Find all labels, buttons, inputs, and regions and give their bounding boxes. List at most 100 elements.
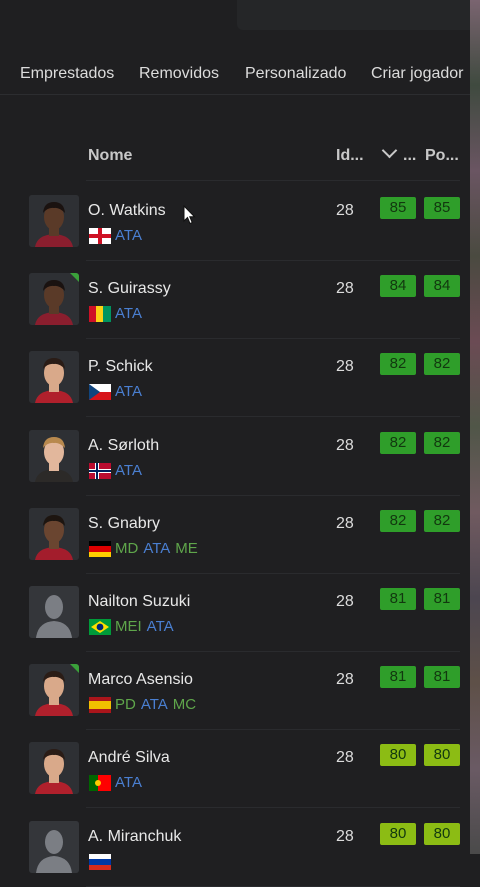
- player-row[interactable]: André Silva ATA 28 80 80: [0, 730, 470, 809]
- potential-rating-badge: 81: [424, 666, 460, 689]
- player-avatar: [29, 742, 79, 795]
- player-positions: MEI ATA: [115, 618, 179, 635]
- position-badge: ATA: [146, 618, 174, 635]
- player-avatar: [29, 820, 79, 873]
- player-name: André Silva: [88, 749, 170, 767]
- player-name: Nailton Suzuki: [88, 593, 191, 610]
- potential-rating-badge: 82: [424, 431, 460, 454]
- table-header: Nome Id... ... Po...: [0, 135, 470, 181]
- player-age: 28: [336, 436, 354, 454]
- column-header-potential[interactable]: Po...: [425, 147, 459, 165]
- player-name: O. Watkins: [88, 202, 166, 219]
- player-avatar: [29, 195, 79, 247]
- player-avatar: [29, 507, 79, 560]
- column-header-name[interactable]: Nome: [88, 147, 132, 165]
- chevron-down-icon: [381, 142, 398, 159]
- player-row[interactable]: A. Sørloth ATA 28 82 82: [0, 418, 470, 496]
- position-badge: ATA: [115, 227, 142, 244]
- guinea-flag-icon: [89, 306, 111, 323]
- overall-rating-badge: 80: [380, 744, 416, 767]
- position-badge: MC: [172, 696, 197, 714]
- overall-rating-badge: 82: [380, 353, 416, 376]
- overall-rating-badge: 82: [380, 431, 416, 454]
- player-age: 28: [336, 202, 354, 219]
- player-avatar: [29, 429, 79, 482]
- position-badge: ATA: [115, 774, 142, 792]
- player-row[interactable]: A. Miranchuk 28 80 80: [0, 809, 470, 887]
- mouse-pointer-icon: [183, 205, 196, 225]
- player-name: Marco Asensio: [88, 671, 193, 689]
- player-age: 28: [336, 280, 354, 298]
- potential-rating-badge: 82: [424, 509, 460, 532]
- player-name: S. Gnabry: [88, 514, 161, 532]
- player-avatar: [29, 586, 79, 638]
- spain-flag-icon: [89, 697, 111, 714]
- position-badge: ATA: [143, 539, 171, 557]
- player-positions: PD ATA MC: [115, 696, 201, 713]
- player-positions: ATA: [115, 227, 147, 244]
- player-row[interactable]: O. Watkins ATA 28 85 85: [0, 183, 470, 261]
- player-row[interactable]: P. Schick ATA 28 82 82: [0, 339, 470, 418]
- player-age: 28: [336, 671, 354, 689]
- position-badge: MEI: [115, 618, 142, 635]
- divider: [86, 180, 460, 181]
- czech-flag-icon: [89, 384, 111, 401]
- background-edge: [470, 0, 480, 854]
- new-indicator-corner: [70, 664, 79, 674]
- position-badge: MD: [115, 539, 139, 557]
- player-name: S. Guirassy: [88, 280, 171, 298]
- position-badge: PD: [115, 696, 136, 714]
- player-positions: ATA: [115, 774, 147, 791]
- position-badge: ATA: [115, 461, 142, 479]
- player-positions: MD ATA ME: [115, 540, 203, 557]
- player-positions: ATA: [115, 462, 147, 479]
- player-avatar: [29, 273, 79, 326]
- position-badge: ATA: [115, 305, 142, 323]
- tab-personalizado[interactable]: Personalizado: [245, 65, 346, 83]
- tab-criar-jogador[interactable]: Criar jogador: [371, 65, 463, 83]
- player-avatar: [29, 664, 79, 717]
- russia-flag-icon: [89, 853, 111, 870]
- overall-rating-badge: 82: [380, 509, 416, 532]
- portugal-flag-icon: [89, 775, 111, 792]
- potential-rating-badge: 80: [424, 822, 460, 845]
- england-flag-icon: [89, 228, 111, 244]
- potential-rating-badge: 84: [424, 275, 460, 298]
- overall-rating-badge: 81: [380, 588, 416, 610]
- overall-rating-badge: 84: [380, 275, 416, 298]
- player-row[interactable]: Nailton Suzuki MEI ATA 28 81 81: [0, 574, 470, 652]
- potential-rating-badge: 80: [424, 744, 460, 767]
- potential-rating-badge: 82: [424, 353, 460, 376]
- position-badge: ATA: [140, 696, 168, 714]
- player-row[interactable]: Marco Asensio PD ATA MC 28 81 81: [0, 652, 470, 731]
- germany-flag-icon: [89, 540, 111, 557]
- player-name: A. Sørloth: [88, 436, 160, 454]
- player-name: P. Schick: [88, 358, 153, 376]
- player-positions: ATA: [115, 305, 147, 322]
- player-age: 28: [336, 514, 354, 532]
- player-avatar: [29, 351, 79, 404]
- player-row[interactable]: S. Guirassy ATA 28 84 84: [0, 261, 470, 340]
- row-divider: [86, 885, 460, 887]
- overall-rating-badge: 80: [380, 822, 416, 845]
- column-header-overall-label: ...: [403, 147, 417, 164]
- column-header-overall[interactable]: ...: [381, 142, 417, 165]
- player-age: 28: [336, 749, 354, 767]
- new-indicator-corner: [70, 273, 79, 283]
- search-box[interactable]: [237, 0, 470, 30]
- player-age: 28: [336, 827, 354, 845]
- norway-flag-icon: [89, 462, 111, 479]
- brazil-flag-icon: [89, 619, 111, 635]
- top-bar: [0, 0, 470, 45]
- column-header-age[interactable]: Id...: [336, 147, 364, 165]
- filter-tabs: Emprestados Removidos Personalizado Cria…: [0, 58, 470, 95]
- player-name: A. Miranchuk: [88, 827, 182, 845]
- overall-rating-badge: 85: [380, 197, 416, 219]
- player-age: 28: [336, 358, 354, 376]
- player-row[interactable]: S. Gnabry MD ATA ME 28 82 82: [0, 496, 470, 574]
- tab-emprestados[interactable]: Emprestados: [20, 65, 114, 83]
- position-badge: ME: [175, 539, 198, 557]
- tab-removidos[interactable]: Removidos: [139, 65, 219, 83]
- player-positions: ATA: [115, 383, 147, 400]
- overall-rating-badge: 81: [380, 666, 416, 689]
